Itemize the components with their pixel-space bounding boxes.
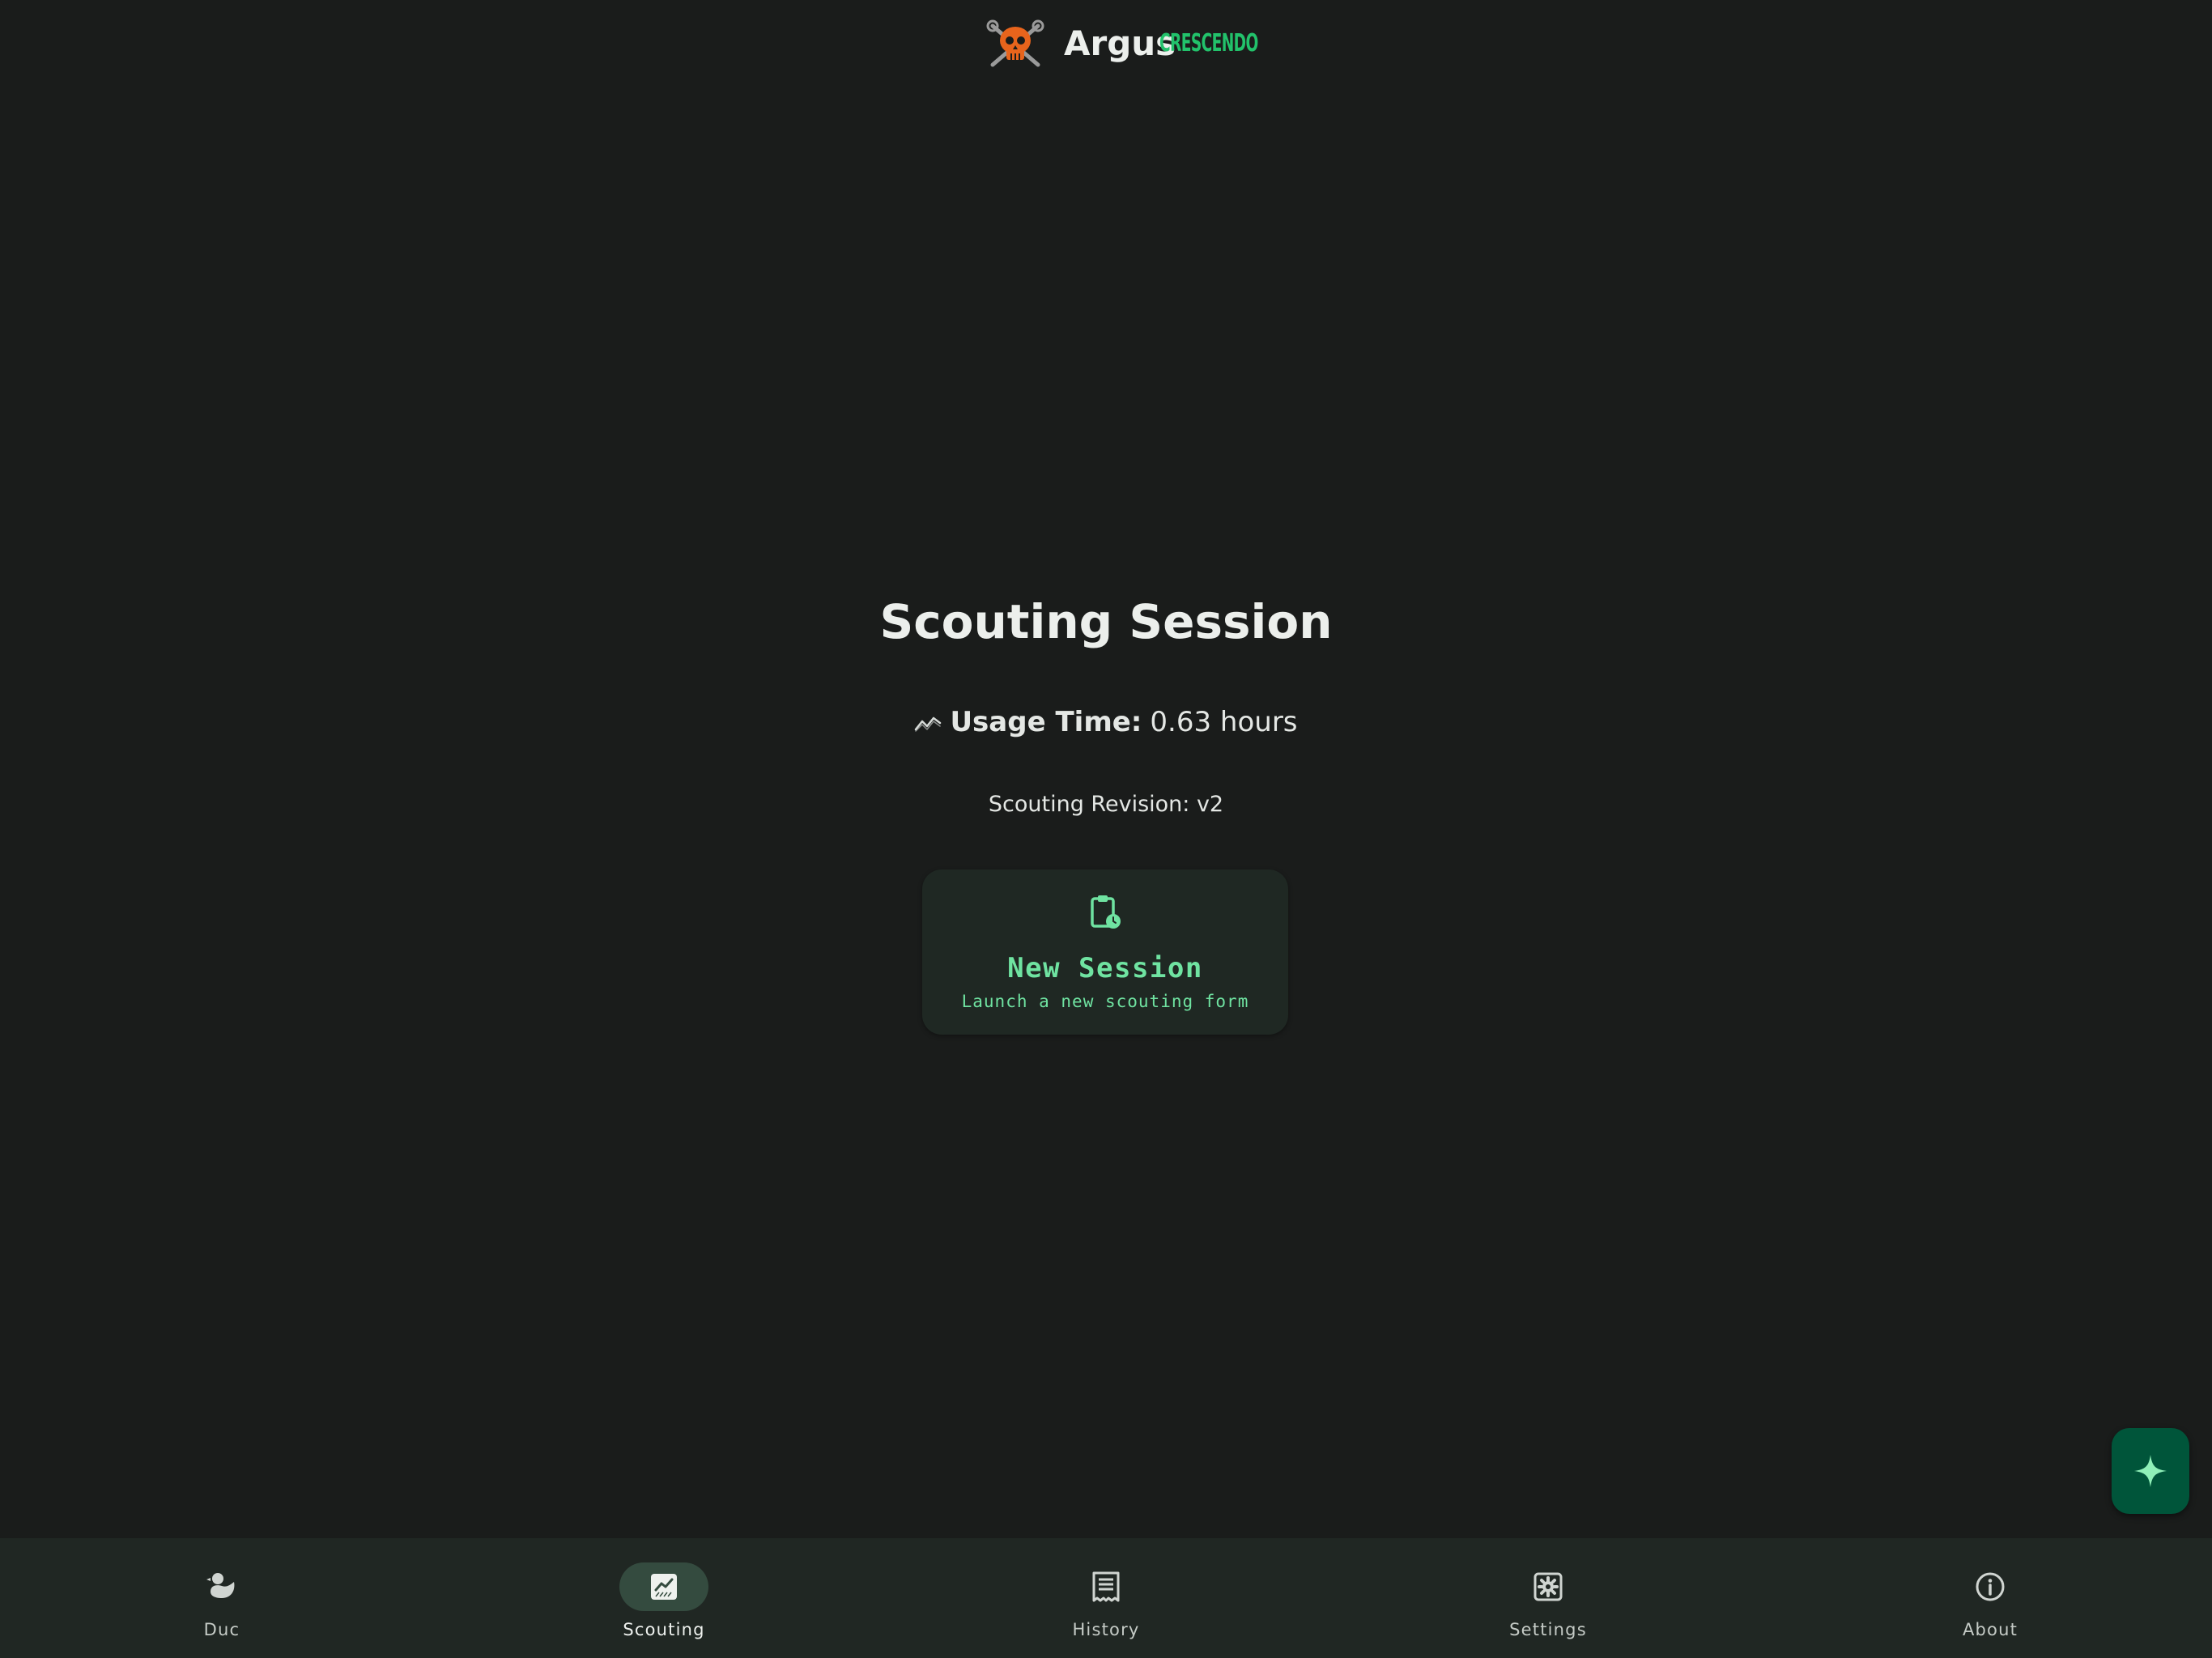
nav-item-scouting[interactable]: Scouting [542, 1538, 785, 1658]
nav-label-history: History [1072, 1620, 1140, 1639]
nav-item-settings[interactable]: Settings [1427, 1538, 1670, 1658]
assistant-fab-button[interactable] [2112, 1428, 2189, 1514]
trend-line-icon [915, 716, 942, 732]
scouting-revision: Scouting Revision: v2 [988, 792, 1224, 817]
usage-time-label: Usage Time: [950, 706, 1142, 738]
new-session-subtitle: Launch a new scouting form [961, 992, 1249, 1011]
brand-wordmark: CRESCENDO [1159, 29, 1258, 57]
new-session-title: New Session [1007, 952, 1203, 984]
nav-label-scouting: Scouting [623, 1620, 705, 1639]
bottom-navigation-bar: Duc Scouting History Settings About [0, 1538, 2212, 1658]
new-session-button[interactable]: New Session Launch a new scouting form [922, 869, 1288, 1035]
gear-icon [1534, 1572, 1563, 1601]
sparkle-icon [2134, 1455, 2167, 1487]
nav-label-settings: Settings [1509, 1620, 1587, 1639]
receipt-icon [1092, 1571, 1120, 1602]
top-app-bar: Argus CRESCENDO [0, 0, 2212, 89]
nav-label-about: About [1962, 1620, 2018, 1639]
team-logo-icon [986, 19, 1044, 67]
nav-label-duc: Duc [203, 1620, 240, 1639]
nav-item-duc[interactable]: Duc [100, 1538, 343, 1658]
duck-icon [206, 1573, 235, 1598]
usage-time-value: 0.63 hours [1150, 706, 1298, 738]
nav-item-about[interactable]: About [1869, 1538, 2112, 1658]
chart-icon [651, 1574, 677, 1600]
info-icon [1976, 1572, 2005, 1601]
page-title: Scouting Session [879, 594, 1333, 649]
nav-item-history[interactable]: History [985, 1538, 1227, 1658]
usage-time: Usage Time: 0.63 hours [0, 699, 2212, 745]
clipboard-clock-icon [1091, 895, 1121, 929]
